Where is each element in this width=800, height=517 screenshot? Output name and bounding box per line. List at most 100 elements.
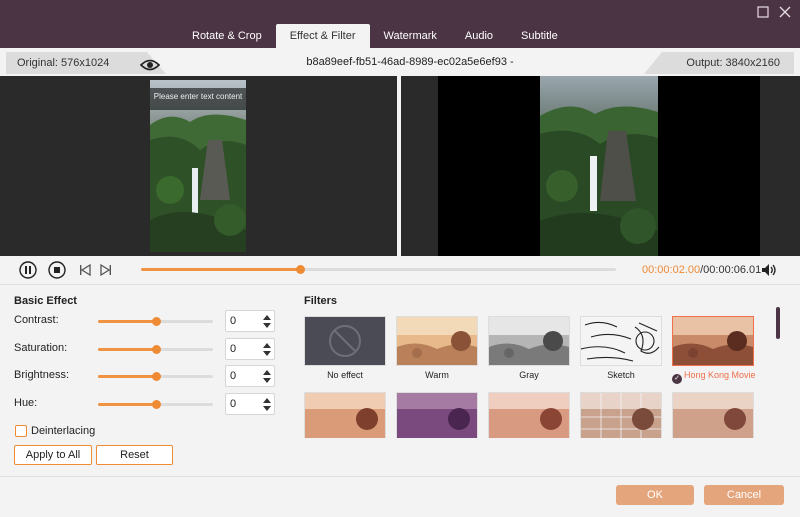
brightness-slider-handle[interactable] [151,372,161,381]
filter-tile[interactable] [396,392,478,438]
hue-stepper[interactable]: 0 [225,393,275,415]
preview-area: Please enter text content [0,76,800,256]
no-effect-icon [329,325,361,357]
next-frame-icon[interactable] [97,261,115,279]
current-time: 00:00:02.00 [642,264,701,276]
stop-icon[interactable] [48,261,66,279]
contrast-row: Contrast: 0 [14,310,276,332]
output-video-canvas [438,76,760,256]
filter-tile[interactable] [304,392,386,438]
tab-rotate-crop[interactable]: Rotate & Crop [178,24,276,48]
tab-watermark[interactable]: Watermark [370,24,451,48]
eye-icon[interactable] [139,58,161,72]
original-video-frame: Please enter text content [150,80,246,252]
title-bar: Rotate & Crop Effect & Filter Watermark … [0,0,800,48]
progress-track[interactable] [141,265,616,274]
gray-thumbnail [488,316,570,366]
brightness-decrement-icon[interactable] [263,378,271,383]
hue-value[interactable]: 0 [230,394,236,414]
pause-icon[interactable] [19,261,37,279]
filters-scrollbar[interactable] [776,307,780,339]
brightness-stepper[interactable]: 0 [225,365,275,387]
warm-thumbnail [396,316,478,366]
cancel-button[interactable]: Cancel [704,485,784,505]
selected-check-icon: ✓ [672,374,682,384]
filter-tile[interactable] [672,392,754,438]
progress-fill [141,268,301,271]
filter-warm[interactable]: Warm [396,316,478,380]
output-video-frame [540,76,658,256]
saturation-slider-handle[interactable] [151,345,161,354]
tab-bar: Rotate & Crop Effect & Filter Watermark … [178,24,572,48]
contrast-value[interactable]: 0 [230,311,236,331]
maximize-icon[interactable] [756,6,770,20]
contrast-slider[interactable] [98,317,213,326]
saturation-decrement-icon[interactable] [263,351,271,356]
progress-handle[interactable] [296,265,306,274]
hong-kong-movie-thumbnail [672,316,754,366]
saturation-row: Saturation: 0 [14,338,276,360]
separator [0,284,800,285]
ok-button[interactable]: OK [616,485,694,505]
hue-decrement-icon[interactable] [263,406,271,411]
filter-thumbnail [580,392,662,438]
saturation-label: Saturation: [14,342,68,354]
previous-frame-icon[interactable] [76,261,94,279]
deinterlacing-label: Deinterlacing [31,425,96,437]
saturation-increment-icon[interactable] [263,343,271,348]
sketch-thumbnail [580,316,662,366]
reset-button[interactable]: Reset [96,445,173,465]
filter-no-effect[interactable]: No effect [304,316,386,380]
filter-sketch[interactable]: Sketch [580,316,662,380]
contrast-label: Contrast: [14,314,59,326]
brightness-value[interactable]: 0 [230,366,236,386]
filter-thumbnail [672,392,754,438]
saturation-slider-fill [98,348,156,351]
deinterlacing-checkbox[interactable] [15,425,27,437]
filter-tile[interactable] [580,392,662,438]
contrast-slider-handle[interactable] [151,317,161,326]
output-resolution: Output: 3840x2160 [644,52,794,74]
filter-label: No effect [327,370,363,380]
hue-slider-handle[interactable] [151,400,161,409]
hue-slider-fill [98,403,156,406]
filter-tile[interactable] [488,392,570,438]
info-bar: Original: 576x1024 b8a89eef-fb51-46ad-89… [0,48,800,96]
filters-grid: No effect Warm Gray Sketch ✓ Hong Kong Mo… [303,316,773,438]
brightness-row: Brightness: 0 [14,365,276,387]
no-effect-thumbnail [304,316,386,366]
apply-to-all-button[interactable]: Apply to All [14,445,92,465]
saturation-stepper[interactable]: 0 [225,338,275,360]
contrast-increment-icon[interactable] [263,315,271,320]
filter-label: Gray [519,370,539,380]
filter-thumbnail [488,392,570,438]
playback-bar: 00:00:02.00/00:00:06.01 [0,256,800,284]
brightness-slider[interactable] [98,372,213,381]
filter-hong-kong-movie[interactable]: ✓ Hong Kong Movie [672,316,756,384]
basic-effect-title: Basic Effect [14,295,77,307]
time-display: 00:00:02.00/00:00:06.01 [642,256,761,284]
hue-row: Hue: 0 [14,393,276,415]
saturation-value[interactable]: 0 [230,339,236,359]
filter-thumbnail [304,392,386,438]
total-time: /00:00:06.01 [700,264,762,276]
contrast-decrement-icon[interactable] [263,323,271,328]
filter-thumbnail [396,392,478,438]
filter-label: ✓ Hong Kong Movie [672,370,756,384]
close-icon[interactable] [778,6,792,20]
watermark-text: Please enter text content [150,88,246,110]
brightness-label: Brightness: [14,369,70,381]
tab-effect-filter[interactable]: Effect & Filter [275,24,370,48]
saturation-slider[interactable] [98,345,213,354]
tab-audio[interactable]: Audio [451,24,507,48]
tab-subtitle[interactable]: Subtitle [507,24,572,48]
filter-label: Warm [425,370,449,380]
brightness-increment-icon[interactable] [263,370,271,375]
contrast-stepper[interactable]: 0 [225,310,275,332]
hue-increment-icon[interactable] [263,398,271,403]
hue-slider[interactable] [98,400,213,409]
volume-icon[interactable] [760,261,778,279]
filter-gray[interactable]: Gray [488,316,570,380]
hue-label: Hue: [14,397,38,409]
filter-label: Sketch [607,370,635,380]
